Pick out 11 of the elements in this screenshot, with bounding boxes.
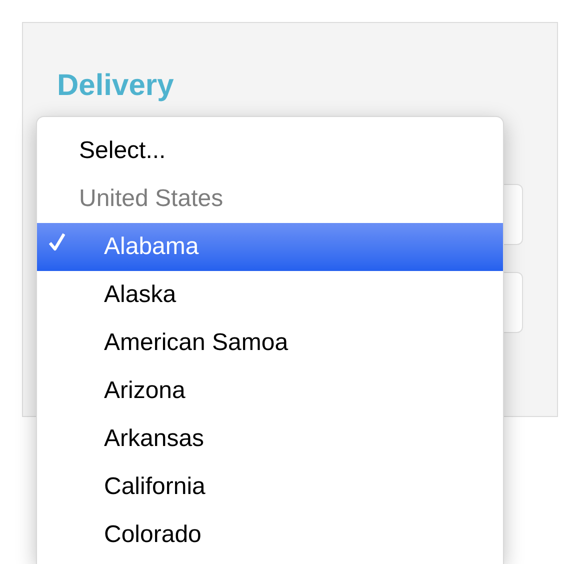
- menu-option[interactable]: California: [37, 463, 503, 511]
- menu-option[interactable]: American Samoa: [37, 319, 503, 367]
- checkmark-icon: [49, 233, 65, 251]
- menu-option[interactable]: Colorado: [37, 511, 503, 559]
- menu-option[interactable]: Arizona: [37, 367, 503, 415]
- menu-option[interactable]: Alabama: [37, 223, 503, 271]
- group-label: United States: [79, 184, 224, 214]
- menu-option[interactable]: Alaska: [37, 271, 503, 319]
- menu-option[interactable]: Arkansas: [37, 415, 503, 463]
- menu-option[interactable]: Select...: [37, 127, 503, 175]
- section-heading: Delivery: [57, 68, 174, 104]
